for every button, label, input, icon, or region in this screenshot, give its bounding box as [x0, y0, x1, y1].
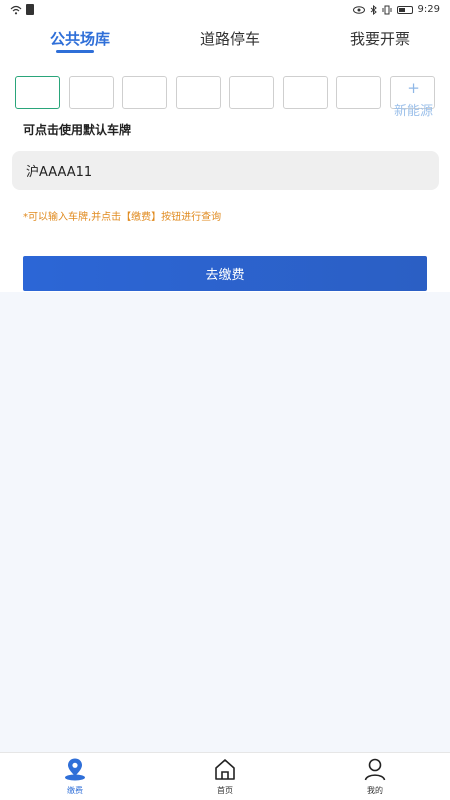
tab-street-parking[interactable]: 道路停车	[200, 28, 260, 49]
nav-label-pay: 缴费	[67, 786, 83, 795]
bluetooth-icon	[370, 4, 377, 15]
nav-item-mine[interactable]: 我的	[345, 757, 405, 799]
tab-public-garage[interactable]: 公共场库	[50, 28, 110, 49]
nav-item-home[interactable]: 首页	[195, 757, 255, 799]
status-right: 9:29	[352, 4, 440, 15]
home-icon	[215, 759, 235, 780]
pay-location-icon	[65, 758, 85, 781]
user-icon	[364, 758, 386, 781]
eye-icon	[352, 5, 365, 14]
plate-character-boxes: + 新能源	[15, 76, 440, 119]
default-plate-label: 可点击使用默认车牌	[23, 123, 132, 137]
nav-item-pay[interactable]: 缴费	[45, 757, 105, 799]
go-pay-button-label: 去缴费	[205, 267, 245, 282]
plate-char-box-7[interactable]	[336, 76, 381, 109]
active-tab-indicator	[56, 50, 94, 53]
default-plate-field[interactable]: 沪AAAA11	[12, 151, 439, 190]
tab-bar: 公共场库 道路停车 我要开票	[0, 20, 450, 60]
status-left	[10, 4, 34, 15]
sim-icon	[26, 4, 34, 15]
plate-char-box-2[interactable]	[69, 76, 114, 109]
vibrate-icon	[382, 5, 392, 14]
content-area	[0, 292, 450, 752]
hint-text: *可以输入车牌,并点击【缴费】按钮进行查询	[23, 212, 222, 223]
plate-char-box-1[interactable]	[15, 76, 60, 109]
new-energy-label: 新能源	[393, 104, 433, 119]
new-energy-box[interactable]: + 新能源	[390, 76, 435, 119]
wifi-icon	[10, 5, 22, 14]
plus-icon: +	[407, 79, 420, 97]
bottom-nav: 缴费 首页 我的	[0, 752, 450, 800]
status-bar: 9:29	[0, 0, 450, 20]
plate-char-box-5[interactable]	[229, 76, 274, 109]
plate-char-box-6[interactable]	[283, 76, 328, 109]
default-plate-value: 沪AAAA11	[26, 165, 93, 180]
battery-icon	[396, 5, 413, 14]
status-time: 9:29	[417, 4, 440, 15]
nav-label-home: 首页	[217, 786, 233, 795]
plate-char-box-4[interactable]	[176, 76, 221, 109]
go-pay-button[interactable]: 去缴费	[23, 256, 427, 291]
tab-invoice[interactable]: 我要开票	[350, 28, 410, 49]
plate-char-box-3[interactable]	[122, 76, 167, 109]
nav-label-mine: 我的	[367, 786, 383, 795]
